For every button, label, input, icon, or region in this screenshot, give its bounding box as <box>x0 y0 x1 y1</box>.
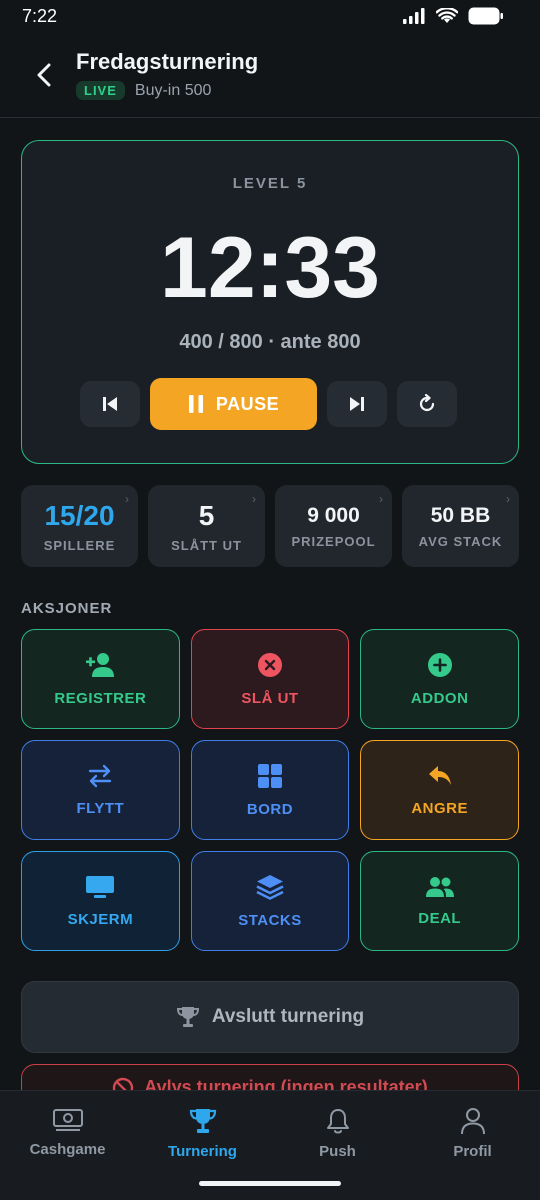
stat-label: AVG STACK <box>418 533 503 549</box>
refresh-icon <box>419 394 435 412</box>
stat-label: SPILLERE <box>43 537 116 553</box>
next-level-button[interactable] <box>327 381 387 427</box>
stat-prizepool[interactable]: › 9 000 PRIZEPOOL <box>275 485 392 567</box>
trophy-icon <box>189 1109 216 1133</box>
stat-label: PRIZEPOOL <box>291 533 376 549</box>
user-icon <box>460 1108 485 1135</box>
register-button[interactable]: REGISTRER <box>21 629 180 729</box>
deal-button[interactable]: DEAL <box>360 851 519 951</box>
stat-value: 50 BB <box>430 503 491 527</box>
trophy-icon <box>176 1007 199 1027</box>
timer-card: LEVEL 5 12:33 400 / 800 · ante 800 PAUSE <box>21 140 519 464</box>
wifi-icon <box>436 8 458 23</box>
stat-value: 5 <box>198 499 215 531</box>
action-label: STACKS <box>238 911 302 929</box>
home-indicator <box>199 1181 341 1186</box>
battery-icon <box>468 7 503 25</box>
undo-icon <box>428 765 451 785</box>
nav-label: Profil <box>453 1143 492 1160</box>
action-label: BORD <box>246 800 294 818</box>
nav-cashgame[interactable]: Cashgame <box>0 1091 135 1200</box>
header: Fredagsturnering LIVE Buy-in 500 <box>0 32 540 118</box>
nav-label: Cashgame <box>29 1141 106 1158</box>
cash-icon <box>52 1109 83 1131</box>
close-circle-icon <box>257 652 282 677</box>
cancel-tournament-button[interactable]: Avlys turnering (ingen resultater) <box>21 1064 519 1090</box>
nav-label: Push <box>319 1143 356 1160</box>
grid-icon <box>257 763 282 788</box>
ban-icon <box>113 1077 134 1090</box>
clock: 12:33 <box>160 220 380 316</box>
end-tournament-button[interactable]: Avslutt turnering <box>21 981 519 1053</box>
stat-value: 9 000 <box>307 503 360 527</box>
move-button[interactable]: FLYTT <box>21 740 180 840</box>
pause-label: PAUSE <box>215 393 280 414</box>
chevron-right-icon: › <box>252 492 256 506</box>
undo-button[interactable]: ANGRE <box>360 740 519 840</box>
status-time: 7:22 <box>22 5 58 26</box>
end-tournament-label: Avslutt turnering <box>211 1006 365 1027</box>
chevron-right-icon: › <box>125 492 129 506</box>
timer-controls: PAUSE <box>80 378 457 430</box>
add-user-icon <box>86 652 115 677</box>
stat-avg-stack[interactable]: › 50 BB AVG STACK <box>402 485 519 567</box>
tables-button[interactable]: BORD <box>190 740 350 840</box>
screen-button[interactable]: SKJERM <box>21 851 180 951</box>
monitor-icon <box>86 875 115 898</box>
action-label: ADDON <box>410 689 469 707</box>
title-wrap: Fredagsturnering LIVE Buy-in 500 <box>76 49 258 100</box>
pause-icon <box>188 395 203 413</box>
stat-knocked-out[interactable]: › 5 SLÅTT UT <box>148 485 265 567</box>
back-button[interactable] <box>22 53 66 97</box>
action-label: SKJERM <box>67 910 134 928</box>
addon-button[interactable]: ADDON <box>360 629 519 729</box>
stats-row: › 15/20 SPILLERE › 5 SLÅTT UT › 9 000 PR… <box>21 485 519 567</box>
chevron-right-icon: › <box>506 492 510 506</box>
nav-label: Turnering <box>168 1143 237 1160</box>
action-label: FLYTT <box>76 799 125 817</box>
skip-forward-icon <box>350 397 364 411</box>
swap-icon <box>89 764 112 787</box>
action-label: SLÅ UT <box>241 689 299 707</box>
bell-icon <box>326 1109 349 1134</box>
stat-label: SLÅTT UT <box>171 537 242 553</box>
chevron-left-icon <box>37 63 51 86</box>
signal-icon <box>403 8 425 24</box>
blinds-label: 400 / 800 · ante 800 <box>179 331 361 353</box>
skip-back-icon <box>103 397 117 411</box>
actions-grid: REGISTRER SLÅ UT ADDON FLYTT BORD ANGRE … <box>21 629 519 951</box>
layers-icon <box>256 874 284 900</box>
cancel-wrap: Avlys turnering (ingen resultater) <box>21 1064 519 1090</box>
chevron-right-icon: › <box>379 492 383 506</box>
previous-level-button[interactable] <box>80 381 140 427</box>
stat-value: 15/20 <box>44 499 115 531</box>
cancel-tournament-label: Avlys turnering (ingen resultater) <box>144 1077 428 1090</box>
knock-out-button[interactable]: SLÅ UT <box>190 629 350 729</box>
action-label: REGISTRER <box>54 689 147 707</box>
reset-button[interactable] <box>397 381 457 427</box>
page-title: Fredagsturnering <box>76 49 259 74</box>
action-label: DEAL <box>418 909 462 927</box>
plus-circle-icon <box>427 652 452 677</box>
stat-players[interactable]: › 15/20 SPILLERE <box>21 485 138 567</box>
action-label: ANGRE <box>411 799 468 817</box>
subtitle-row: LIVE Buy-in 500 <box>76 81 258 100</box>
stacks-button[interactable]: STACKS <box>190 851 350 951</box>
buyin-label: Buy-in 500 <box>134 81 212 99</box>
actions-title: AKSJONER <box>21 600 113 617</box>
nav-profile[interactable]: Profil <box>405 1091 540 1200</box>
group-icon <box>425 876 454 897</box>
status-icons <box>402 7 504 25</box>
status-bar: 7:22 <box>0 0 540 32</box>
pause-button[interactable]: PAUSE <box>150 378 317 430</box>
live-badge: LIVE <box>76 81 125 100</box>
level-label: LEVEL 5 <box>232 175 308 192</box>
